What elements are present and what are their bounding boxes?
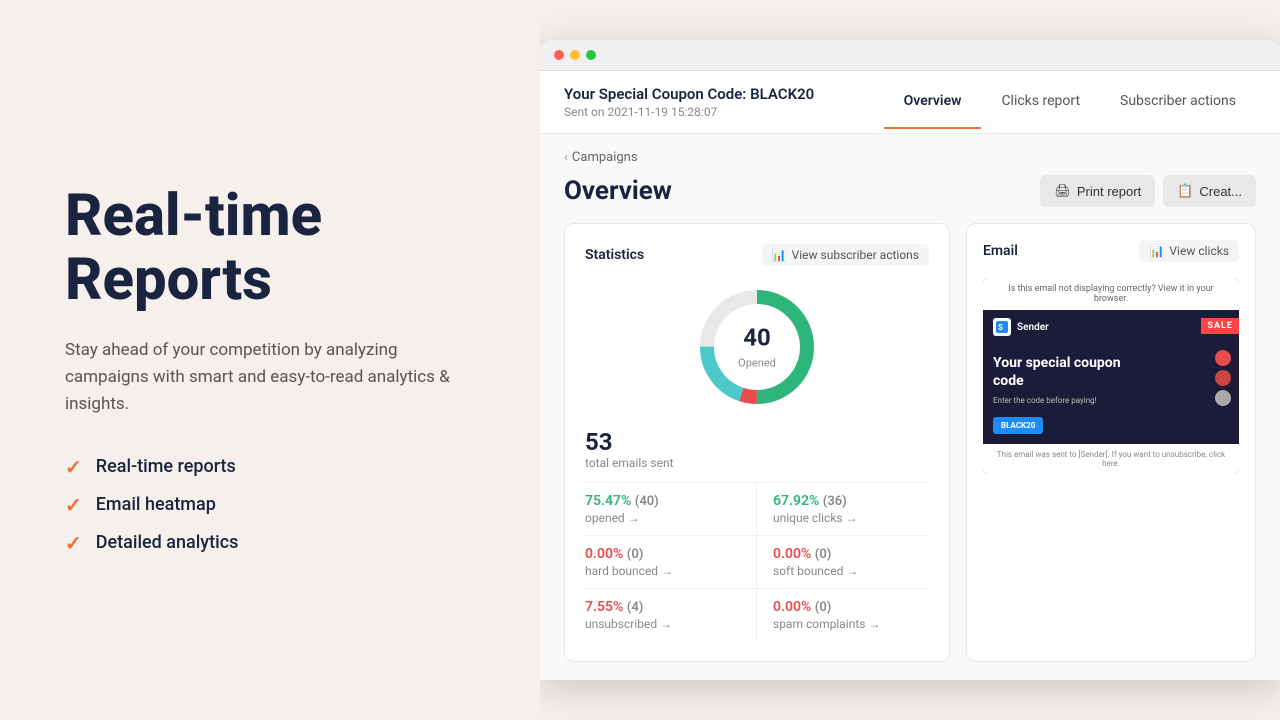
stat-hard-bounced-value: 0.00% (0) [585, 546, 740, 562]
feature-label-2: Email heatmap [96, 494, 216, 515]
tab-overview[interactable]: Overview [884, 75, 982, 129]
stats-panel-title: Statistics [585, 247, 644, 263]
donut-label: Opened [738, 357, 776, 370]
browser-dot-green[interactable] [586, 50, 596, 60]
bar-chart-icon-2: 📊 [1149, 244, 1164, 258]
bar-chart-icon: 📊 [772, 248, 787, 262]
print-report-label: Print report [1077, 184, 1141, 199]
stats-panel: Statistics 📊 View subscriber actions [564, 223, 950, 662]
tab-subscriber-actions[interactable]: Subscriber actions [1100, 75, 1256, 129]
app-header: Your Special Coupon Code: BLACK20 Sent o… [540, 71, 1280, 134]
view-clicks-label: View clicks [1169, 244, 1229, 258]
stats-panel-header: Statistics 📊 View subscriber actions [585, 244, 929, 266]
feature-item-2: ✓ Email heatmap [65, 493, 490, 517]
feature-item-1: ✓ Real-time reports [65, 455, 490, 479]
stat-spam-value: 0.00% (0) [773, 599, 929, 615]
stat-soft-bounced: 0.00% (0) soft bounced → [757, 535, 929, 588]
stat-unsubscribed-link[interactable]: unsubscribed → [585, 617, 740, 631]
email-sale-badge: SALE [1201, 318, 1239, 334]
ball-red [1215, 350, 1231, 366]
ball-darkred [1215, 370, 1231, 386]
breadcrumb-campaigns[interactable]: Campaigns [572, 150, 638, 165]
campaign-title: Your Special Coupon Code: BLACK20 [564, 85, 884, 103]
campaign-date: Sent on 2021-11-19 15:28:07 [564, 105, 884, 119]
page-content: ‹ Campaigns Overview 🖨 Print report 📋 Cr… [540, 134, 1280, 680]
hero-subtitle: Stay ahead of your competition by analyz… [65, 337, 485, 419]
stat-hard-bounced: 0.00% (0) hard bounced → [585, 535, 757, 588]
stat-spam-link[interactable]: spam complaints → [773, 617, 929, 631]
email-hero-title: Your special coupon code [993, 354, 1123, 390]
right-panel: Your Special Coupon Code: BLACK20 Sent o… [540, 0, 1280, 720]
check-icon-2: ✓ [65, 493, 82, 517]
feature-label-1: Real-time reports [96, 456, 236, 477]
total-number: 53 [585, 428, 613, 456]
svg-text:S: S [998, 323, 1003, 332]
feature-label-3: Detailed analytics [96, 532, 239, 553]
browser-dot-red[interactable] [554, 50, 564, 60]
email-hero-sub: Enter the code before paying! [993, 396, 1229, 405]
donut-number: 40 [738, 324, 776, 352]
stat-soft-bounced-value: 0.00% (0) [773, 546, 929, 562]
total-sent: 53 total emails sent [585, 428, 929, 470]
feature-item-3: ✓ Detailed analytics [65, 531, 490, 555]
email-brand-name: Sender [1017, 322, 1049, 333]
view-clicks-button[interactable]: 📊 View clicks [1139, 240, 1239, 262]
email-brand-icon: S [993, 318, 1011, 336]
print-icon: 🖨 [1054, 183, 1071, 199]
stats-grid: 75.47% (40) opened → 67.92% (36) [585, 482, 929, 641]
check-icon-3: ✓ [65, 531, 82, 555]
ball-gray [1215, 390, 1231, 406]
stat-unique-clicks-link[interactable]: unique clicks → [773, 511, 929, 525]
app-header-left: Your Special Coupon Code: BLACK20 Sent o… [564, 71, 884, 133]
page-header-row: Overview 🖨 Print report 📋 Creat... [564, 175, 1256, 207]
tab-clicks-report[interactable]: Clicks report [981, 75, 1100, 129]
stat-opened-value: 75.47% (40) [585, 493, 740, 509]
email-panel-header: Email 📊 View clicks [983, 240, 1239, 262]
email-hero: Your special coupon code Enter the code … [983, 342, 1239, 444]
browser-bar [540, 40, 1280, 71]
email-panel-title: Email [983, 243, 1018, 259]
stat-soft-bounced-link[interactable]: soft bounced → [773, 564, 929, 578]
email-deco-balls [1215, 350, 1231, 406]
app-nav: Overview Clicks report Subscriber action… [884, 75, 1256, 129]
left-panel: Real-time Reports Stay ahead of your com… [0, 0, 540, 720]
stat-spam: 0.00% (0) spam complaints → [757, 588, 929, 641]
feature-list: ✓ Real-time reports ✓ Email heatmap ✓ De… [65, 455, 490, 555]
view-subscriber-actions-button[interactable]: 📊 View subscriber actions [762, 244, 929, 266]
check-icon-1: ✓ [65, 455, 82, 479]
stat-unique-clicks: 67.92% (36) unique clicks → [757, 482, 929, 535]
stat-hard-bounced-link[interactable]: hard bounced → [585, 564, 740, 578]
stat-unique-clicks-value: 67.92% (36) [773, 493, 929, 509]
sender-logo-icon: S [996, 321, 1008, 333]
view-subscriber-actions-label: View subscriber actions [792, 248, 919, 262]
hero-title: Real-time Reports [65, 185, 490, 313]
email-preview: Is this email not displaying correctly? … [983, 278, 1239, 474]
stat-opened-link[interactable]: opened → [585, 511, 740, 525]
create-label: Creat... [1199, 184, 1242, 199]
email-coupon-btn: BLACK20 [993, 417, 1043, 434]
page-inner: ‹ Campaigns Overview 🖨 Print report 📋 Cr… [540, 134, 1280, 680]
browser-dot-yellow[interactable] [570, 50, 580, 60]
panels-row: Statistics 📊 View subscriber actions [564, 223, 1256, 662]
breadcrumb: ‹ Campaigns [564, 150, 1256, 165]
donut-container: 40 Opened [585, 282, 929, 412]
browser-window: Your Special Coupon Code: BLACK20 Sent o… [540, 40, 1280, 680]
stat-unsubscribed: 7.55% (4) unsubscribed → [585, 588, 757, 641]
stat-unsubscribed-value: 7.55% (4) [585, 599, 740, 615]
email-preview-top: Is this email not displaying correctly? … [983, 278, 1239, 310]
stat-opened: 75.47% (40) opened → [585, 482, 757, 535]
total-label: total emails sent [585, 456, 929, 470]
email-preview-body: S Sender SALE Your special coupon code E… [983, 310, 1239, 444]
page-title: Overview [564, 176, 672, 206]
header-buttons: 🖨 Print report 📋 Creat... [1040, 175, 1256, 207]
donut-center: 40 Opened [738, 324, 776, 371]
email-footer: This email was sent to [Sender]. If you … [983, 444, 1239, 474]
donut-wrapper: 40 Opened [692, 282, 822, 412]
email-panel: Email 📊 View clicks Is this email not di… [966, 223, 1256, 662]
print-report-button[interactable]: 🖨 Print report [1040, 175, 1155, 207]
create-icon: 📋 [1177, 183, 1193, 199]
breadcrumb-arrow: ‹ [564, 150, 568, 165]
create-button[interactable]: 📋 Creat... [1163, 175, 1256, 207]
